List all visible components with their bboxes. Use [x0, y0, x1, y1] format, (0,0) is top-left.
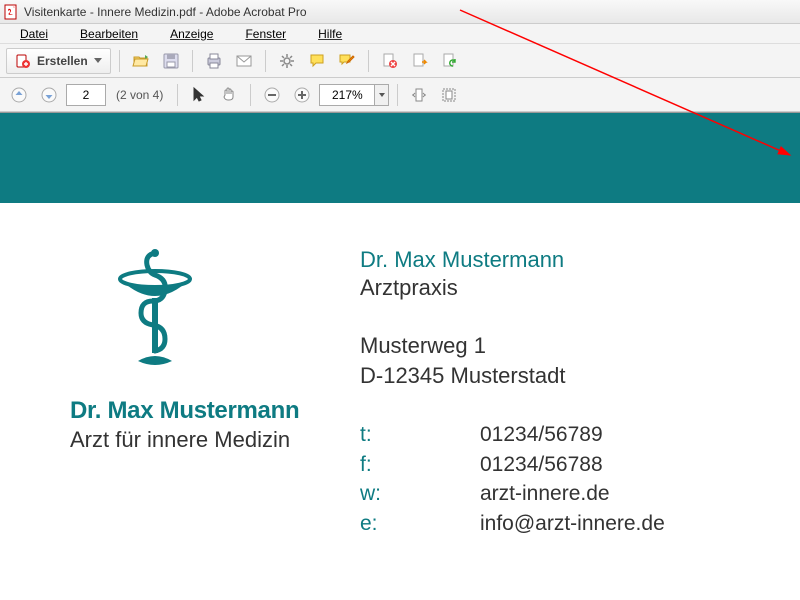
menubar: Datei Bearbeiten Anzeige Fenster Hilfe [0, 24, 800, 44]
fit-page-button[interactable] [436, 82, 462, 108]
folder-open-icon [132, 52, 150, 70]
page-refresh-icon [441, 52, 459, 70]
page-up-button[interactable] [6, 82, 32, 108]
create-pdf-button[interactable]: Erstellen [6, 48, 111, 74]
settings-button[interactable] [274, 48, 300, 74]
card-left-subtitle: Arzt für innere Medizin [70, 427, 330, 453]
acrobat-icon [4, 4, 20, 20]
edit-comment-button[interactable] [334, 48, 360, 74]
open-button[interactable] [128, 48, 154, 74]
envelope-icon [235, 52, 253, 70]
arrow-up-icon [10, 86, 28, 104]
zoom-out-button[interactable] [259, 82, 285, 108]
contact-web-value: arzt-innere.de [480, 479, 610, 508]
contact-fax-value: 01234/56788 [480, 450, 603, 479]
fit-page-icon [440, 86, 458, 104]
zoom-in-button[interactable] [289, 82, 315, 108]
menu-hilfe[interactable]: Hilfe [302, 25, 358, 43]
refresh-page-button[interactable] [437, 48, 463, 74]
toolbar-nav: (2 von 4) [0, 78, 800, 112]
menu-fenster[interactable]: Fenster [229, 25, 302, 43]
medical-logo-icon [100, 243, 330, 373]
gear-icon [278, 52, 296, 70]
speech-bubble-icon [308, 52, 326, 70]
select-tool-button[interactable] [186, 82, 212, 108]
dropdown-icon [94, 58, 102, 63]
fit-width-icon [410, 86, 428, 104]
save-button[interactable] [158, 48, 184, 74]
toolbar-primary: Erstellen [0, 44, 800, 78]
page-down-button[interactable] [36, 82, 62, 108]
comment-button[interactable] [304, 48, 330, 74]
card-header-band [0, 113, 800, 203]
card-right-practice: Arztpraxis [360, 275, 760, 301]
speech-pencil-icon [338, 52, 356, 70]
card-right-contacts: t:01234/56789 f:01234/56788 w:arzt-inner… [360, 420, 760, 538]
zoom-dropdown-button[interactable] [375, 84, 389, 106]
print-icon [205, 52, 223, 70]
hand-icon [220, 86, 238, 104]
menu-anzeige[interactable]: Anzeige [154, 25, 229, 43]
zoom-in-icon [293, 86, 311, 104]
card-right-address: Musterweg 1 D-12345 Musterstadt [360, 331, 760, 390]
page-delete-icon [381, 52, 399, 70]
address-city: D-12345 Musterstadt [360, 361, 760, 391]
delete-page-button[interactable] [377, 48, 403, 74]
create-pdf-icon [15, 53, 31, 69]
zoom-input[interactable] [319, 84, 375, 106]
create-pdf-label: Erstellen [37, 54, 88, 68]
contact-tel-value: 01234/56789 [480, 420, 603, 449]
contact-tel-label: t: [360, 420, 480, 449]
email-button[interactable] [231, 48, 257, 74]
titlebar: Visitenkarte - Innere Medizin.pdf - Adob… [0, 0, 800, 24]
cursor-icon [190, 86, 208, 104]
page-number-input[interactable] [66, 84, 106, 106]
hand-tool-button[interactable] [216, 82, 242, 108]
address-street: Musterweg 1 [360, 331, 760, 361]
menu-datei[interactable]: Datei [4, 25, 64, 43]
contact-email-value: info@arzt-innere.de [480, 509, 665, 538]
export-page-button[interactable] [407, 48, 433, 74]
window-title: Visitenkarte - Innere Medizin.pdf - Adob… [24, 5, 307, 19]
card-left-name: Dr. Max Mustermann [70, 397, 330, 425]
arrow-down-icon [40, 86, 58, 104]
card-right-name: Dr. Max Mustermann [360, 247, 760, 273]
save-icon [162, 52, 180, 70]
print-button[interactable] [201, 48, 227, 74]
contact-email-label: e: [360, 509, 480, 538]
page-count-label: (2 von 4) [116, 88, 163, 102]
menu-bearbeiten[interactable]: Bearbeiten [64, 25, 154, 43]
contact-fax-label: f: [360, 450, 480, 479]
page-arrow-icon [411, 52, 429, 70]
document-area[interactable]: Dr. Max Mustermann Arzt für innere Mediz… [0, 112, 800, 600]
fit-width-button[interactable] [406, 82, 432, 108]
contact-web-label: w: [360, 479, 480, 508]
zoom-out-icon [263, 86, 281, 104]
chevron-down-icon [379, 93, 385, 97]
pdf-page: Dr. Max Mustermann Arzt für innere Mediz… [0, 113, 800, 578]
